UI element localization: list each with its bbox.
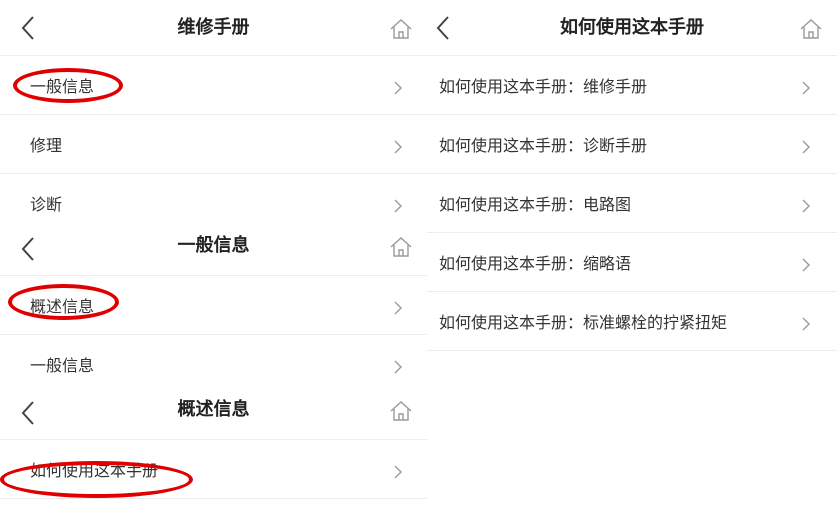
- page-title: 概述信息: [177, 399, 250, 420]
- chevron-right-icon: [394, 81, 402, 95]
- chevron-right-icon: [802, 258, 810, 272]
- chevron-right-icon: [394, 140, 402, 154]
- list-item-label: 如何使用这本手册：标准螺栓的拧紧扭矩: [439, 313, 728, 332]
- nav-bar: 概述信息: [0, 390, 427, 440]
- list-item-label: 如何使用这本手册：缩略语: [439, 254, 632, 273]
- home-icon[interactable]: [389, 235, 413, 259]
- list-item[interactable]: 诊断: [0, 174, 427, 226]
- page-title: 维修手册: [177, 17, 250, 38]
- list-item[interactable]: 如何使用这本手册：标准螺栓的拧紧扭矩: [427, 292, 837, 351]
- list-item[interactable]: 如何使用这本手册：电路图: [427, 174, 837, 233]
- page-title: 如何使用这本手册: [560, 17, 704, 38]
- home-icon[interactable]: [389, 17, 413, 41]
- screen-overview-info: 概述信息 如何使用这本手册: [0, 390, 427, 520]
- list-item-label: 一般信息: [30, 77, 95, 96]
- chevron-right-icon: [394, 199, 402, 213]
- list-item-label: 如何使用这本手册：维修手册: [439, 77, 648, 96]
- screen-general-info: 一般信息 概述信息 一般信息: [0, 226, 427, 390]
- page-title: 一般信息: [177, 235, 250, 256]
- list-item-label: 如何使用这本手册: [30, 461, 159, 480]
- chevron-right-icon: [394, 301, 402, 315]
- chevron-right-icon: [394, 360, 402, 374]
- list-item[interactable]: 一般信息: [0, 56, 427, 115]
- nav-bar: 一般信息: [0, 226, 427, 276]
- screen-how-to-use-manual: 如何使用这本手册 如何使用这本手册：维修手册 如何使用这本手册：诊断手册 如何使…: [427, 0, 837, 520]
- nav-bar: 维修手册: [0, 0, 427, 56]
- chevron-right-icon: [394, 465, 402, 479]
- list-item[interactable]: 概述信息: [0, 276, 427, 335]
- chevron-right-icon: [802, 81, 810, 95]
- screen-repair-manual: 维修手册 一般信息 修理 诊断: [0, 0, 427, 226]
- list-item-label: 一般信息: [30, 356, 95, 375]
- home-icon[interactable]: [389, 399, 413, 423]
- list-item[interactable]: 修理: [0, 115, 427, 174]
- list-item-label: 如何使用这本手册：诊断手册: [439, 136, 648, 155]
- list-item-label: 诊断: [30, 195, 63, 214]
- list-item[interactable]: 一般信息: [0, 335, 427, 390]
- nav-bar: 如何使用这本手册: [427, 0, 837, 56]
- list-item-label: 如何使用这本手册：电路图: [439, 195, 632, 214]
- chevron-right-icon: [802, 317, 810, 331]
- list-item[interactable]: 如何使用这本手册：维修手册: [427, 56, 837, 115]
- chevron-right-icon: [802, 199, 810, 213]
- list-item-label: 修理: [30, 136, 63, 155]
- list-item[interactable]: 如何使用这本手册：诊断手册: [427, 115, 837, 174]
- list-item[interactable]: 如何使用这本手册：缩略语: [427, 233, 837, 292]
- list-item[interactable]: 如何使用这本手册: [0, 440, 427, 499]
- chevron-right-icon: [802, 140, 810, 154]
- home-icon[interactable]: [799, 17, 823, 41]
- list-item-label: 概述信息: [30, 297, 95, 316]
